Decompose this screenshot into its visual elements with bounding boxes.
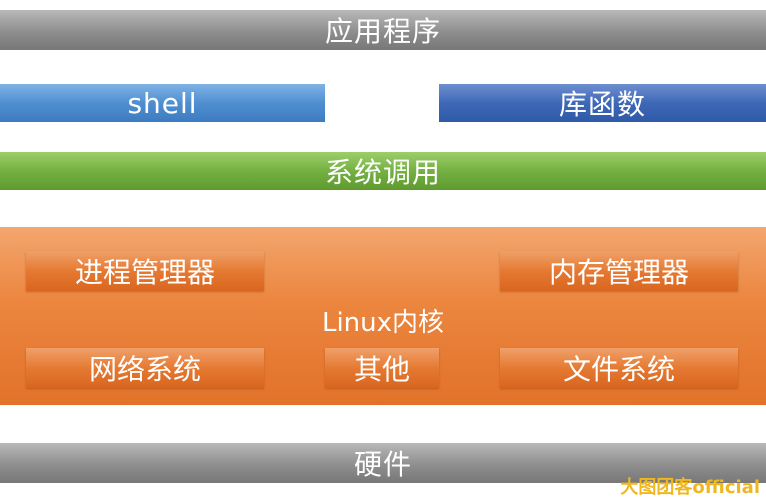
process-manager-module: 进程管理器 [26, 251, 264, 291]
watermark: 大图团客official [620, 477, 760, 498]
library-functions-layer: 库函数 [439, 84, 766, 122]
network-system-module: 网络系统 [26, 348, 264, 388]
other-module: 其他 [325, 348, 439, 388]
applications-layer: 应用程序 [0, 10, 766, 50]
shell-layer: shell [0, 84, 325, 122]
system-calls-layer: 系统调用 [0, 152, 766, 190]
file-system-module: 文件系统 [500, 348, 738, 388]
linux-kernel-label: Linux内核 [321, 307, 445, 338]
memory-manager-module: 内存管理器 [500, 251, 738, 291]
